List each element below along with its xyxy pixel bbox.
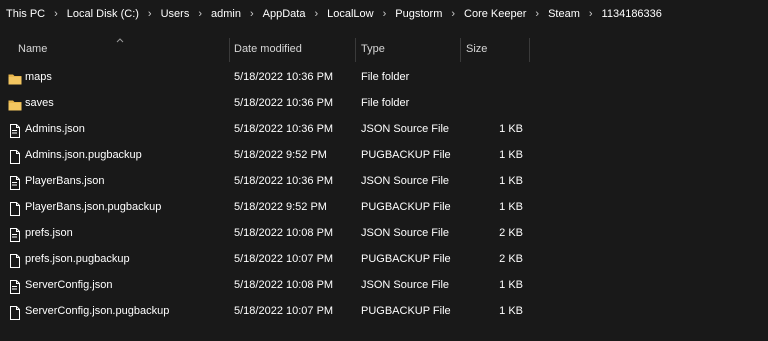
- file-date-modified: 5/18/2022 10:07 PM: [234, 253, 334, 265]
- file-date-modified: 5/18/2022 9:52 PM: [234, 149, 327, 161]
- file-icon: [8, 304, 22, 320]
- file-size: 1 KB: [499, 175, 523, 187]
- breadcrumb-separator-icon[interactable]: ›: [54, 8, 58, 20]
- column-divider[interactable]: [229, 38, 230, 62]
- breadcrumb-separator-icon[interactable]: ›: [383, 8, 387, 20]
- json-file-icon: [8, 226, 22, 242]
- file-date-modified: 5/18/2022 9:52 PM: [234, 201, 327, 213]
- breadcrumb-separator-icon[interactable]: ›: [198, 8, 202, 20]
- column-header-size[interactable]: Size: [466, 36, 487, 62]
- column-divider[interactable]: [460, 38, 461, 62]
- file-type: JSON Source File: [361, 227, 450, 239]
- file-type: PUGBACKUP File: [361, 149, 451, 161]
- file-icon: [8, 252, 22, 268]
- file-row[interactable]: ServerConfig.json 5/18/2022 10:08 PM JSON …: [0, 272, 768, 298]
- file-row[interactable]: ServerConfig.json.pugbackup 5/18/2022 10:…: [0, 298, 768, 324]
- file-type: JSON Source File: [361, 279, 450, 291]
- file-row[interactable]: PlayerBans.json.pugbackup 5/18/2022 9:52 …: [0, 194, 768, 220]
- breadcrumb-item[interactable]: Local Disk (C:): [67, 8, 139, 20]
- file-size: 1 KB: [499, 201, 523, 213]
- file-type: PUGBACKUP File: [361, 305, 451, 317]
- file-date-modified: 5/18/2022 10:36 PM: [234, 175, 334, 187]
- folder-icon: [8, 70, 22, 85]
- file-size: 1 KB: [499, 305, 523, 317]
- file-type: PUGBACKUP File: [361, 253, 451, 265]
- column-header-row: Name Date modified Type Size: [0, 36, 768, 62]
- file-icon: [8, 148, 22, 164]
- folder-icon: [8, 96, 22, 111]
- file-name: prefs.json.pugbackup: [25, 253, 130, 265]
- breadcrumb-separator-icon[interactable]: ›: [314, 8, 318, 20]
- column-header-name[interactable]: Name: [18, 36, 47, 62]
- file-name: Admins.json.pugbackup: [25, 149, 142, 161]
- json-file-icon: [8, 122, 22, 138]
- file-name: prefs.json: [25, 227, 73, 239]
- breadcrumb-separator-icon[interactable]: ›: [451, 8, 455, 20]
- breadcrumb-separator-icon[interactable]: ›: [589, 8, 593, 20]
- breadcrumb-separator-icon[interactable]: ›: [535, 8, 539, 20]
- file-size: 1 KB: [499, 149, 523, 161]
- file-row[interactable]: prefs.json.pugbackup 5/18/2022 10:07 PM PU…: [0, 246, 768, 272]
- column-divider[interactable]: [529, 38, 530, 62]
- breadcrumb-separator-icon[interactable]: ›: [148, 8, 152, 20]
- breadcrumb-item[interactable]: 1134186336: [602, 8, 662, 20]
- file-name: maps: [25, 71, 52, 83]
- sort-ascending-icon: [116, 38, 124, 43]
- file-size: 1 KB: [499, 123, 523, 135]
- breadcrumb-item[interactable]: This PC: [6, 8, 45, 20]
- file-list: maps 5/18/2022 10:36 PM File folder saves 5/…: [0, 64, 768, 324]
- file-date-modified: 5/18/2022 10:36 PM: [234, 97, 334, 109]
- file-size: 1 KB: [499, 279, 523, 291]
- breadcrumb-item[interactable]: Users: [161, 8, 190, 20]
- breadcrumb-separator-icon[interactable]: ›: [250, 8, 254, 20]
- breadcrumb-item[interactable]: Core Keeper: [464, 8, 526, 20]
- file-date-modified: 5/18/2022 10:36 PM: [234, 123, 334, 135]
- column-header-date-modified[interactable]: Date modified: [234, 36, 302, 62]
- file-size: 2 KB: [499, 227, 523, 239]
- file-name: PlayerBans.json.pugbackup: [25, 201, 162, 213]
- column-header-type[interactable]: Type: [361, 36, 385, 62]
- breadcrumb-item[interactable]: Steam: [548, 8, 580, 20]
- breadcrumb-item[interactable]: LocalLow: [327, 8, 373, 20]
- file-row[interactable]: PlayerBans.json 5/18/2022 10:36 PM JSON So…: [0, 168, 768, 194]
- breadcrumb-item[interactable]: admin: [211, 8, 241, 20]
- breadcrumb-item[interactable]: AppData: [263, 8, 306, 20]
- file-type: JSON Source File: [361, 175, 450, 187]
- file-date-modified: 5/18/2022 10:07 PM: [234, 305, 334, 317]
- file-type: PUGBACKUP File: [361, 201, 451, 213]
- file-size: 2 KB: [499, 253, 523, 265]
- file-icon: [8, 200, 22, 216]
- file-row[interactable]: Admins.json 5/18/2022 10:36 PM JSON Source…: [0, 116, 768, 142]
- file-date-modified: 5/18/2022 10:08 PM: [234, 279, 334, 291]
- file-date-modified: 5/18/2022 10:36 PM: [234, 71, 334, 83]
- breadcrumb: This PC › Local Disk (C:) › Users › admin › AppD…: [0, 0, 768, 28]
- file-date-modified: 5/18/2022 10:08 PM: [234, 227, 334, 239]
- file-row[interactable]: prefs.json 5/18/2022 10:08 PM JSON Source …: [0, 220, 768, 246]
- file-type: JSON Source File: [361, 123, 450, 135]
- file-name: ServerConfig.json: [25, 279, 113, 291]
- folder-row[interactable]: maps 5/18/2022 10:36 PM File folder: [0, 64, 768, 90]
- breadcrumb-item[interactable]: Pugstorm: [395, 8, 442, 20]
- json-file-icon: [8, 174, 22, 190]
- file-type: File folder: [361, 97, 410, 109]
- file-type: File folder: [361, 71, 410, 83]
- json-file-icon: [8, 278, 22, 294]
- column-divider[interactable]: [355, 38, 356, 62]
- folder-row[interactable]: saves 5/18/2022 10:36 PM File folder: [0, 90, 768, 116]
- file-row[interactable]: Admins.json.pugbackup 5/18/2022 9:52 PM PU…: [0, 142, 768, 168]
- file-name: PlayerBans.json: [25, 175, 105, 187]
- file-name: saves: [25, 97, 54, 109]
- file-name: Admins.json: [25, 123, 85, 135]
- file-name: ServerConfig.json.pugbackup: [25, 305, 170, 317]
